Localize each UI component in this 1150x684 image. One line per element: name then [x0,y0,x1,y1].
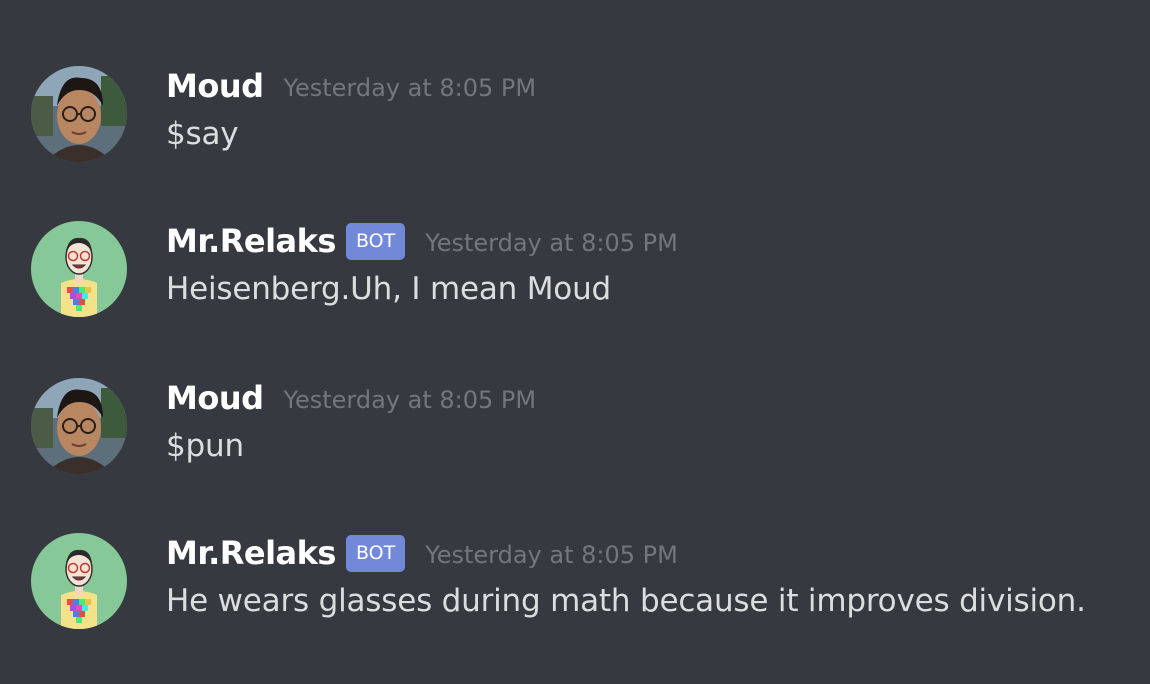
message-content: $pun [166,428,244,464]
message-header: Mr.Relaks BOT Yesterday at 8:05 PM [166,533,678,573]
message-header: Mr.Relaks BOT Yesterday at 8:05 PM [166,221,678,261]
bot-badge: BOT [345,534,406,572]
message-item: Mr.Relaks BOT Yesterday at 8:05 PM He we… [0,533,1150,663]
cartoon-bot-avatar-icon [31,221,127,317]
message-item: Moud Yesterday at 8:05 PM $pun [0,378,1150,508]
bot-badge: BOT [345,222,406,260]
message-content: $say [166,116,239,152]
user-avatar[interactable] [31,378,127,474]
timestamp: Yesterday at 8:05 PM [425,229,678,257]
bot-avatar[interactable] [31,221,127,317]
message-header: Moud Yesterday at 8:05 PM [166,378,536,418]
message-item: Moud Yesterday at 8:05 PM $say [0,66,1150,196]
timestamp: Yesterday at 8:05 PM [425,541,678,569]
username[interactable]: Mr.Relaks [166,222,336,260]
cartoon-bot-avatar-icon [31,533,127,629]
timestamp: Yesterday at 8:05 PM [283,74,537,102]
username[interactable]: Moud [166,379,264,417]
human-photo-avatar-icon [31,66,127,162]
message-content: Heisenberg.Uh, I mean Moud [166,271,611,307]
bot-avatar[interactable] [31,533,127,629]
message-item: Mr.Relaks BOT Yesterday at 8:05 PM Heise… [0,221,1150,351]
username[interactable]: Mr.Relaks [166,534,336,572]
username[interactable]: Moud [166,67,264,105]
chat-message-list: Moud Yesterday at 8:05 PM $say Mr.Relaks… [0,0,1150,684]
message-header: Moud Yesterday at 8:05 PM [166,66,536,106]
timestamp: Yesterday at 8:05 PM [283,386,537,414]
user-avatar[interactable] [31,66,127,162]
message-content: He wears glasses during math because it … [166,583,1086,619]
human-photo-avatar-icon [31,378,127,474]
